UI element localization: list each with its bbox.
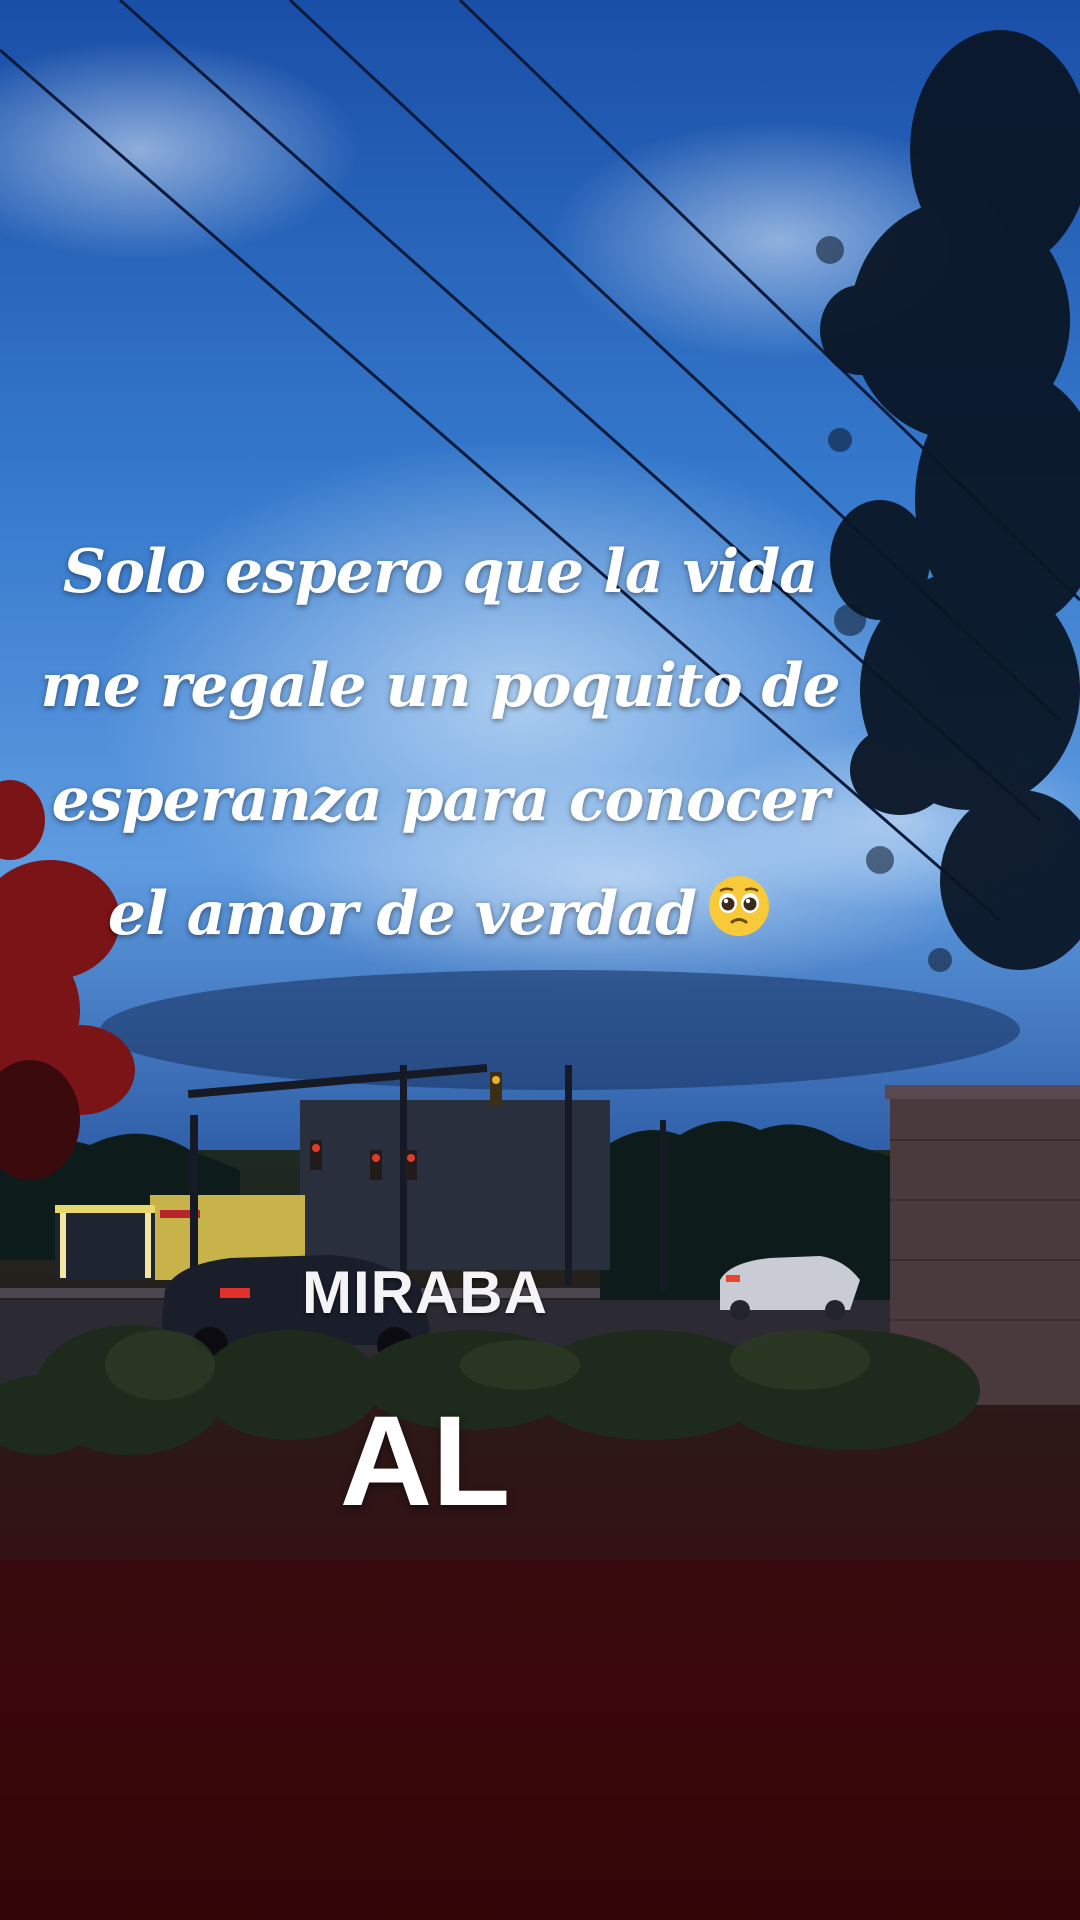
quote-line-2: me regale un poquito de bbox=[40, 651, 840, 721]
quote-text: Solo espero que la vida me regale un poq… bbox=[0, 515, 880, 976]
quote-line-4: el amor de verdad bbox=[0, 857, 880, 976]
overlay-word-2: AL bbox=[339, 1390, 511, 1533]
overlay-word-1: MIRABA bbox=[302, 1259, 548, 1326]
quote-line-3: esperanza para conocer bbox=[51, 765, 830, 835]
quote-line-1: Solo espero que la vida bbox=[62, 537, 818, 607]
pleading-face-emoji-icon bbox=[706, 862, 772, 976]
quote-line-4-text: el amor de verdad bbox=[107, 879, 697, 949]
